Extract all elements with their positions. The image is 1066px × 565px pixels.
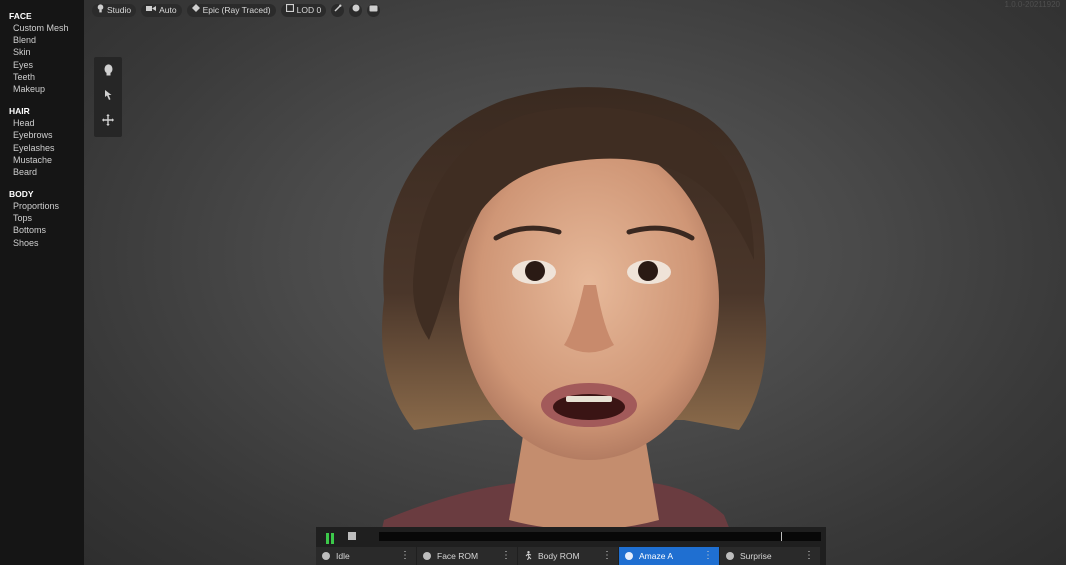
anim-label: Amaze A bbox=[639, 551, 674, 561]
view-tool-panel bbox=[94, 57, 122, 137]
sidebar-item-eyes[interactable]: Eyes bbox=[0, 59, 84, 71]
timeline-scrubber[interactable] bbox=[379, 532, 821, 541]
anim-label: Surprise bbox=[740, 551, 772, 561]
left-eye-iris bbox=[525, 261, 545, 281]
timeline-playhead[interactable] bbox=[781, 532, 782, 541]
hand-pointer-icon bbox=[102, 88, 114, 106]
material-button[interactable] bbox=[349, 4, 363, 17]
anim-surprise[interactable]: Surprise ⋮ bbox=[720, 547, 820, 565]
character-render bbox=[374, 87, 767, 565]
quality-label: Epic (Ray Traced) bbox=[202, 5, 271, 15]
sidebar-item-eyelashes[interactable]: Eyelashes bbox=[0, 142, 84, 154]
camera-auto-button[interactable]: Auto bbox=[141, 4, 182, 17]
section-title-body[interactable]: BODY bbox=[0, 188, 84, 200]
sidebar-item-proportions[interactable]: Proportions bbox=[0, 200, 84, 212]
right-eye-iris bbox=[638, 261, 658, 281]
move-button[interactable] bbox=[99, 113, 117, 131]
face-icon bbox=[322, 552, 330, 560]
sidebar-item-tops[interactable]: Tops bbox=[0, 212, 84, 224]
pause-icon bbox=[326, 533, 334, 544]
sidebar-section-hair: HAIR Head Eyebrows Eyelashes Mustache Be… bbox=[0, 105, 84, 178]
brush-button[interactable] bbox=[331, 4, 345, 17]
more-options-icon[interactable]: ⋮ bbox=[602, 547, 612, 565]
studio-label: Studio bbox=[107, 5, 132, 15]
anim-face-rom[interactable]: Face ROM ⋮ bbox=[417, 547, 517, 565]
cube-icon bbox=[285, 3, 294, 17]
head-view-button[interactable] bbox=[99, 63, 117, 81]
sidebar-item-eyebrows[interactable]: Eyebrows bbox=[0, 129, 84, 141]
sidebar-item-head[interactable]: Head bbox=[0, 117, 84, 129]
sidebar-item-skin[interactable]: Skin bbox=[0, 46, 84, 58]
diamond-icon bbox=[191, 4, 200, 17]
anim-amaze-a[interactable]: Amaze A ⋮ bbox=[619, 547, 719, 565]
lighting-studio-button[interactable]: Studio bbox=[92, 3, 137, 18]
quality-button[interactable]: Epic (Ray Traced) bbox=[186, 4, 276, 17]
face-icon bbox=[726, 552, 734, 560]
face-icon bbox=[625, 552, 633, 560]
version-label: 1.0.0-20211920 bbox=[1004, 0, 1060, 9]
viewport-toolbar: Studio Auto Epic (Ray Traced) LOD 0 bbox=[92, 3, 381, 18]
sidebar-item-teeth[interactable]: Teeth bbox=[0, 71, 84, 83]
select-button[interactable] bbox=[99, 88, 117, 106]
brush-icon bbox=[334, 4, 342, 17]
sidebar-item-shoes[interactable]: Shoes bbox=[0, 237, 84, 249]
anim-label: Idle bbox=[336, 551, 350, 561]
animation-list: Idle ⋮ Face ROM ⋮ Body ROM ⋮ Amaze A ⋮ S… bbox=[316, 547, 826, 565]
screen-button[interactable] bbox=[367, 4, 381, 17]
viewport[interactable]: 1.0.0-20211920 Studio Auto Epic (Ray Tra… bbox=[84, 0, 1066, 565]
sidebar-item-mustache[interactable]: Mustache bbox=[0, 154, 84, 166]
more-options-icon[interactable]: ⋮ bbox=[501, 547, 511, 565]
sidebar-item-custom-mesh[interactable]: Custom Mesh bbox=[0, 22, 84, 34]
sidebar-item-makeup[interactable]: Makeup bbox=[0, 83, 84, 95]
more-options-icon[interactable]: ⋮ bbox=[400, 547, 410, 565]
monitor-icon bbox=[369, 4, 378, 17]
more-options-icon[interactable]: ⋮ bbox=[804, 547, 814, 565]
stop-button[interactable] bbox=[348, 532, 356, 540]
pause-button[interactable] bbox=[325, 531, 335, 544]
face-icon bbox=[423, 552, 431, 560]
section-title-face[interactable]: FACE bbox=[0, 10, 84, 22]
lod-label: LOD 0 bbox=[296, 5, 322, 15]
sidebar-item-bottoms[interactable]: Bottoms bbox=[0, 224, 84, 236]
sidebar-section-face: FACE Custom Mesh Blend Skin Eyes Teeth M… bbox=[0, 10, 84, 95]
anim-label: Body ROM bbox=[538, 551, 580, 561]
sphere-icon bbox=[352, 4, 360, 17]
lod-button[interactable]: LOD 0 bbox=[280, 3, 327, 17]
sidebar-item-blend[interactable]: Blend bbox=[0, 34, 84, 46]
anim-idle[interactable]: Idle ⋮ bbox=[316, 547, 416, 565]
lightbulb-icon bbox=[97, 3, 104, 18]
head-icon bbox=[103, 63, 114, 81]
animation-player: Idle ⋮ Face ROM ⋮ Body ROM ⋮ Amaze A ⋮ S… bbox=[316, 527, 826, 565]
camera-icon bbox=[146, 4, 157, 17]
running-figure-icon bbox=[524, 550, 532, 562]
sidebar-item-beard[interactable]: Beard bbox=[0, 166, 84, 178]
teeth-shape bbox=[566, 396, 612, 402]
auto-label: Auto bbox=[159, 5, 177, 15]
playback-controls bbox=[316, 527, 826, 546]
anim-label: Face ROM bbox=[437, 551, 479, 561]
sidebar-section-body: BODY Proportions Tops Bottoms Shoes bbox=[0, 188, 84, 249]
more-options-icon[interactable]: ⋮ bbox=[703, 547, 713, 565]
anim-body-rom[interactable]: Body ROM ⋮ bbox=[518, 547, 618, 565]
section-title-hair[interactable]: HAIR bbox=[0, 105, 84, 117]
sidebar: FACE Custom Mesh Blend Skin Eyes Teeth M… bbox=[0, 0, 84, 565]
move-icon bbox=[102, 113, 114, 131]
